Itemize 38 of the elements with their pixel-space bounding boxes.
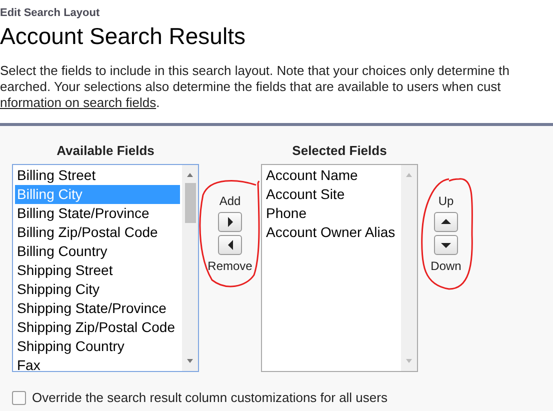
field-list[interactable]: Billing Street Billing City Billing State/Province Billing Zip/Postal Code Billing Country Shipping Street Shipping City Shipping State/Province Shipping Zip/Postal Code Shipping Country Fax [12,164,199,372]
description-text: nformation on search fields. [0,95,160,111]
field-list[interactable]: Account Name Account Site Phone Account Owner Alias [261,164,418,372]
move-button[interactable] [434,212,458,232]
checkbox[interactable] [12,390,26,404]
list-option[interactable]: Account Name [264,166,399,185]
button-label: Up [438,193,454,209]
list-option[interactable]: Shipping Country [15,337,180,356]
right-arrow-icon [228,217,232,227]
list-option[interactable]: Fax [15,356,180,375]
checkbox-label: Override the search result column customizations for all users [32,390,388,405]
description-text: Select the fields to include in this search layout. Note that your choices only determine th [0,63,510,79]
help-link[interactable]: nformation on search fields [0,95,156,110]
list-option[interactable]: Billing Country [15,242,180,261]
breadcrumb: Edit Search Layout [0,7,100,20]
list-option[interactable]: Billing Street [15,166,180,185]
list-option[interactable]: Billing Zip/Postal Code [15,223,180,242]
button-label: Down [430,258,462,274]
list-option[interactable]: Shipping State/Province [15,299,180,318]
list-option[interactable]: Phone [264,204,399,223]
page-title: Account Search Results [0,22,246,50]
list-option[interactable]: Account Site [264,185,399,204]
down-arrow-icon [441,242,451,248]
list-option[interactable]: Shipping Zip/Postal Code [15,318,180,337]
move-button[interactable] [218,212,242,232]
button-label: Add [219,193,241,209]
list-option[interactable]: Shipping Street [15,261,180,280]
up-arrow-icon [441,219,451,225]
list-option[interactable]: Account Owner Alias [264,223,399,242]
left-arrow-icon [228,240,232,250]
move-button[interactable] [434,235,458,255]
button-label: Remove [208,258,252,274]
column-heading: Available Fields [56,143,154,159]
list-option[interactable]: Billing State/Province [15,204,180,223]
column-heading: Selected Fields [292,143,387,159]
list-option[interactable]: Shipping City [15,280,180,299]
description-text: earched. Your selections also determine the fields that are available to users when cust [0,79,501,95]
move-button[interactable] [218,235,242,255]
